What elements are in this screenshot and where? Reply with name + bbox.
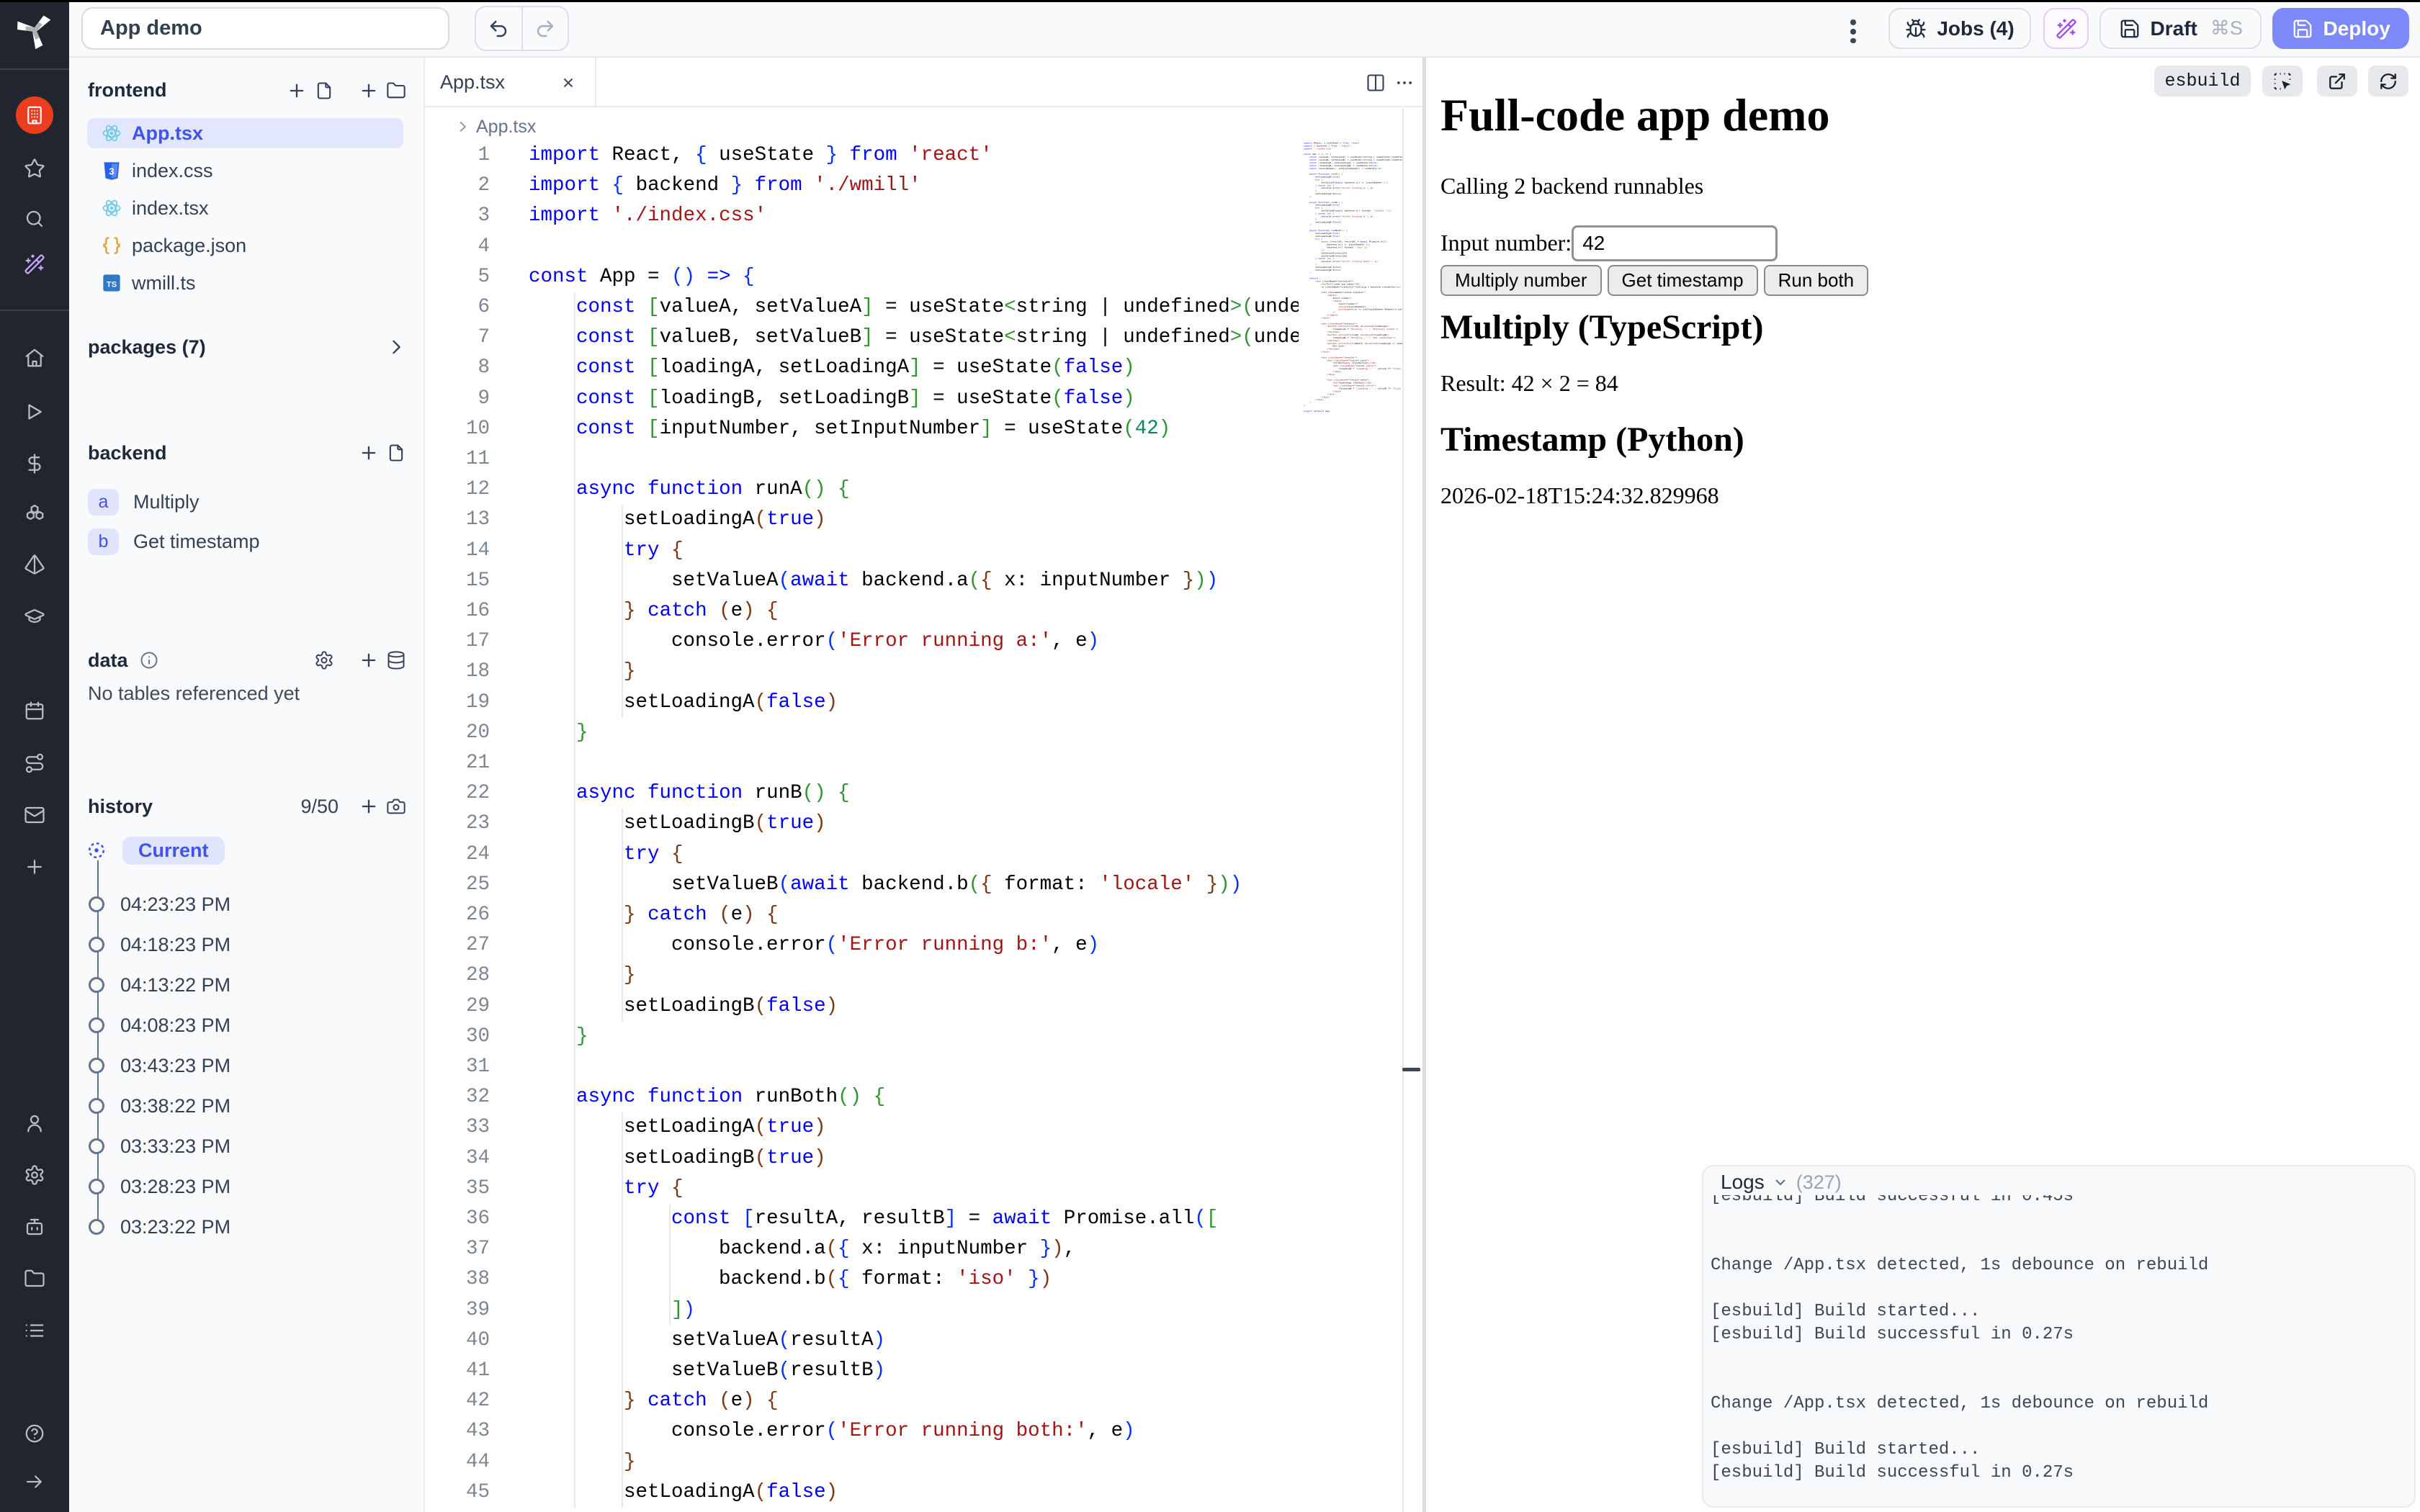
svg-text:TS: TS: [107, 281, 117, 289]
svg-text:3: 3: [109, 166, 114, 176]
